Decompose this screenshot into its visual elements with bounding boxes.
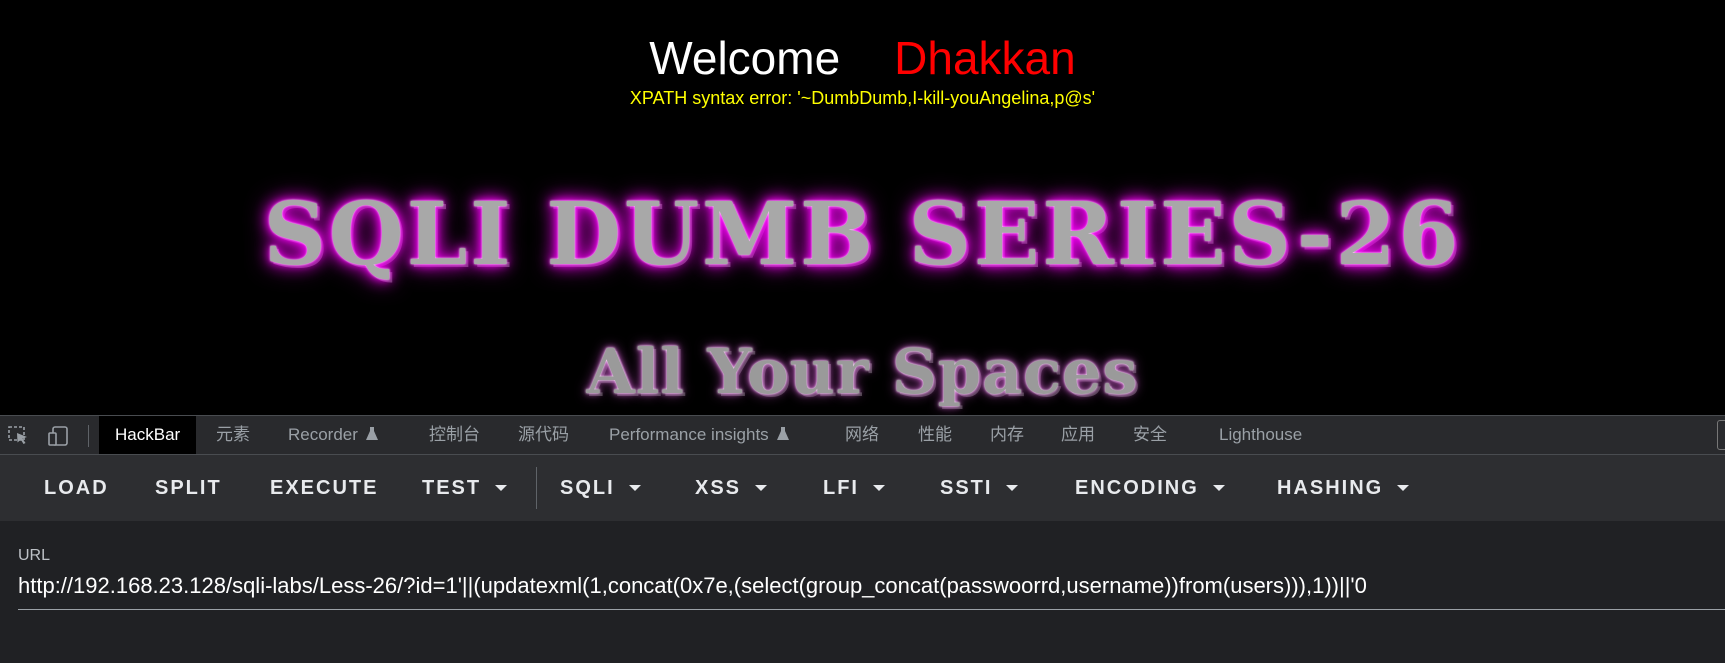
url-input[interactable]: http://192.168.23.128/sqli-labs/Less-26/…	[18, 569, 1718, 603]
tab-console[interactable]: 控制台	[429, 416, 480, 454]
flask-icon	[776, 427, 789, 440]
inspect-element-icon[interactable]	[8, 426, 30, 446]
sqli-dropdown[interactable]: SQLI	[560, 455, 641, 521]
banner-subtitle: All Your Spaces	[586, 335, 1139, 408]
caret-down-icon	[1212, 485, 1225, 491]
encoding-label: ENCODING	[1075, 477, 1199, 499]
ssti-dropdown[interactable]: SSTI	[940, 455, 1019, 521]
hashing-dropdown[interactable]: HASHING	[1277, 455, 1410, 521]
tab-performance[interactable]: 性能	[918, 416, 952, 454]
devtools-panel: HackBar 元素 Recorder 控制台 源代码 Performance …	[0, 415, 1725, 663]
tab-recorder-label: Recorder	[288, 425, 358, 444]
xss-dropdown[interactable]: XSS	[695, 455, 768, 521]
welcome-heading: Welcome Dhakkan	[0, 30, 1725, 86]
tab-recorder[interactable]: Recorder	[288, 416, 378, 454]
caret-down-icon	[628, 485, 641, 491]
hackbar-toolbar: LOAD SPLIT EXECUTE TEST SQLI XSS LFI SST…	[0, 455, 1725, 521]
lfi-label: LFI	[823, 477, 859, 499]
tab-performance-insights-label: Performance insights	[609, 425, 769, 444]
device-toolbar-icon[interactable]	[48, 426, 70, 446]
url-section: URL http://192.168.23.128/sqli-labs/Less…	[0, 521, 1725, 663]
encoding-dropdown[interactable]: ENCODING	[1075, 455, 1225, 521]
xss-label: XSS	[695, 477, 742, 499]
tab-sources[interactable]: 源代码	[518, 416, 569, 454]
tab-performance-insights[interactable]: Performance insights	[609, 416, 789, 454]
toolbar-divider	[88, 425, 89, 447]
url-input-underline	[18, 609, 1725, 610]
split-button[interactable]: SPLIT	[155, 455, 222, 521]
error-message: XPATH syntax error: '~DumbDumb,I-kill-yo…	[629, 88, 1096, 108]
load-button[interactable]: LOAD	[44, 455, 109, 521]
tab-network[interactable]: 网络	[845, 416, 879, 454]
caret-down-icon	[495, 485, 508, 491]
test-dropdown[interactable]: TEST	[422, 455, 508, 521]
web-page: Welcome Dhakkan XPATH syntax error: '~Dum…	[0, 0, 1725, 415]
hashing-label: HASHING	[1277, 477, 1384, 499]
ssti-label: SSTI	[940, 477, 993, 499]
toolbar-divider	[536, 467, 537, 509]
flask-icon	[365, 427, 378, 440]
more-tabs-button[interactable]	[1717, 420, 1725, 450]
welcome-label: Welcome	[649, 32, 841, 84]
banner-title: SQLI DUMB SERIES-26	[263, 184, 1462, 285]
sqli-label: SQLI	[560, 477, 615, 499]
caret-down-icon	[1397, 485, 1410, 491]
username-text: Dhakkan	[894, 32, 1076, 84]
tab-memory[interactable]: 内存	[990, 416, 1024, 454]
url-label: URL	[18, 547, 51, 564]
caret-down-icon	[873, 485, 885, 491]
caret-down-icon	[1006, 485, 1019, 491]
devtools-tab-bar: HackBar 元素 Recorder 控制台 源代码 Performance …	[0, 415, 1725, 455]
tab-elements[interactable]: 元素	[216, 416, 250, 454]
tab-lighthouse[interactable]: Lighthouse	[1219, 416, 1302, 454]
tab-security[interactable]: 安全	[1133, 416, 1167, 454]
execute-button[interactable]: EXECUTE	[270, 455, 378, 521]
tab-hackbar[interactable]: HackBar	[99, 416, 197, 454]
lfi-dropdown[interactable]: LFI	[823, 455, 885, 521]
tab-application[interactable]: 应用	[1061, 416, 1095, 454]
caret-down-icon	[755, 485, 768, 491]
test-label: TEST	[422, 477, 482, 499]
